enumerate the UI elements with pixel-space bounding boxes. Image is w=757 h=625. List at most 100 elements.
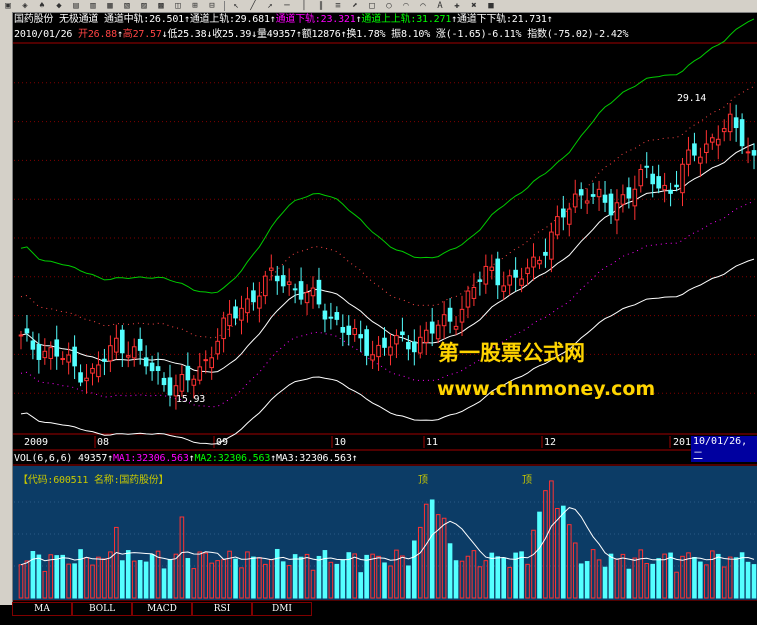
volume-bar xyxy=(501,557,507,599)
volume-bar xyxy=(650,563,656,599)
candle-body xyxy=(429,321,435,334)
toolbar-separator xyxy=(224,1,225,11)
candle-body xyxy=(42,350,48,359)
candle-body xyxy=(167,377,173,396)
cycle-icon[interactable]: ⌒ xyxy=(415,1,431,12)
tool-icon-12[interactable]: ⊞ xyxy=(187,1,203,12)
volume-bar xyxy=(233,558,238,599)
candle-body xyxy=(620,194,626,205)
candle-body xyxy=(692,143,697,156)
rect-icon[interactable]: □ xyxy=(364,1,380,12)
candle-body xyxy=(30,340,36,350)
candle-body xyxy=(614,202,620,221)
tool-icon-10[interactable]: ▩ xyxy=(153,1,169,12)
tool-icon-7[interactable]: ▦ xyxy=(102,1,118,12)
tab-ma[interactable]: MA xyxy=(12,602,72,616)
stock-code-label: 【代码:600511 名称:国药股份】 xyxy=(18,475,169,486)
candle-body xyxy=(572,193,578,208)
top-signal-2: 顶 xyxy=(522,475,532,486)
tab-boll[interactable]: BOLL xyxy=(72,602,132,616)
tool-icon-2[interactable]: ◈ xyxy=(17,1,33,12)
save-icon[interactable]: ■ xyxy=(483,1,499,12)
candle-body xyxy=(555,216,560,236)
candle-body xyxy=(608,193,614,216)
draw-line-icon[interactable]: ╱ xyxy=(245,1,261,12)
circle-icon[interactable]: ○ xyxy=(381,1,397,12)
tool-icon-3[interactable]: ♠ xyxy=(34,1,50,12)
vline-icon[interactable]: │ xyxy=(296,1,312,12)
tool-icon-9[interactable]: ▨ xyxy=(136,1,152,12)
volume-bar xyxy=(167,558,173,599)
tool-icon-11[interactable]: ◫ xyxy=(170,1,186,12)
cursor-icon[interactable]: ↖ xyxy=(228,1,244,12)
candle-body xyxy=(161,377,167,386)
tab-macd[interactable]: MACD xyxy=(132,602,192,616)
middle-rail xyxy=(20,143,755,373)
candle-body xyxy=(447,307,453,322)
candle-body xyxy=(96,364,101,378)
candle-body xyxy=(394,335,399,345)
tool-icon-13[interactable]: ⊟ xyxy=(204,1,220,12)
candle-body xyxy=(18,334,24,337)
vol_header-segment: MA1:32306.563 xyxy=(112,453,189,464)
volume-bar xyxy=(292,554,298,599)
volume-bar xyxy=(733,557,739,599)
candle-body xyxy=(674,184,679,188)
delete-icon[interactable]: ✖ xyxy=(466,1,482,12)
candle-body xyxy=(352,327,358,335)
tool-icon-6[interactable]: ▥ xyxy=(85,1,101,12)
month-label: 11 xyxy=(426,437,439,448)
candle-body xyxy=(465,290,471,308)
candle-body xyxy=(185,365,191,381)
candlesticks xyxy=(18,103,757,410)
tool-icon-1[interactable]: ▣ xyxy=(0,1,16,12)
volume-bar xyxy=(364,554,369,599)
tab-dmi[interactable]: DMI xyxy=(252,602,312,616)
volume-bar xyxy=(453,560,459,599)
text-icon[interactable]: A xyxy=(432,1,448,12)
month-label: 2009 xyxy=(24,437,49,448)
volume-bar xyxy=(602,566,608,599)
volume-bar xyxy=(412,540,417,599)
high-price-label: 29.14 xyxy=(677,93,707,104)
volume-bar xyxy=(298,556,304,599)
tab-rsi[interactable]: RSI xyxy=(192,602,252,616)
month-label: 12 xyxy=(544,437,557,448)
candle-body xyxy=(721,128,727,133)
candle-body xyxy=(48,347,54,359)
candle-body xyxy=(286,281,292,285)
month-label: 10 xyxy=(334,437,347,448)
candle-body xyxy=(298,281,304,300)
arc-icon[interactable]: ◠ xyxy=(398,1,414,12)
arrow-icon[interactable]: ⬈ xyxy=(347,1,363,12)
watermark-title: 第一股票公式网 xyxy=(438,341,585,365)
hline-icon[interactable]: ─ xyxy=(279,1,295,12)
vol_header-segment: 49357 xyxy=(78,453,108,464)
candle-body xyxy=(328,316,334,319)
tool-icon-8[interactable]: ▧ xyxy=(119,1,135,12)
candle-body xyxy=(215,340,220,355)
channel-icon[interactable]: ∥ xyxy=(313,1,329,12)
ohlc-header: 2010/01/26 开26.88↑高27.57↓低25.38↓收25.39↓量… xyxy=(14,28,628,41)
fib-icon[interactable]: ≡ xyxy=(330,1,346,12)
candle-body xyxy=(251,290,256,303)
ray-icon[interactable]: ↗ xyxy=(262,1,278,12)
mark-icon[interactable]: ✚ xyxy=(449,1,465,12)
volume-bar xyxy=(668,552,673,599)
header1-segment: 通道上轨:29.681 xyxy=(189,14,270,25)
tool-icon-5[interactable]: ▤ xyxy=(68,1,84,12)
candle-body xyxy=(340,326,346,333)
candle-body xyxy=(739,119,745,147)
candle-body xyxy=(537,259,542,265)
candle-body xyxy=(423,329,429,343)
candle-body xyxy=(322,310,328,320)
vol_header-segment: MA2:32306.563 xyxy=(194,453,271,464)
candle-body xyxy=(108,345,113,362)
candle-body xyxy=(471,286,477,299)
volume-bar xyxy=(656,558,661,599)
stock-software-window: { "header1": [ {"text":"国药股份","color":"#… xyxy=(0,0,757,625)
tool-icon-4[interactable]: ◆ xyxy=(51,1,67,12)
volume-bar xyxy=(54,555,60,599)
candle-body xyxy=(656,176,661,189)
candle-body xyxy=(543,251,548,256)
